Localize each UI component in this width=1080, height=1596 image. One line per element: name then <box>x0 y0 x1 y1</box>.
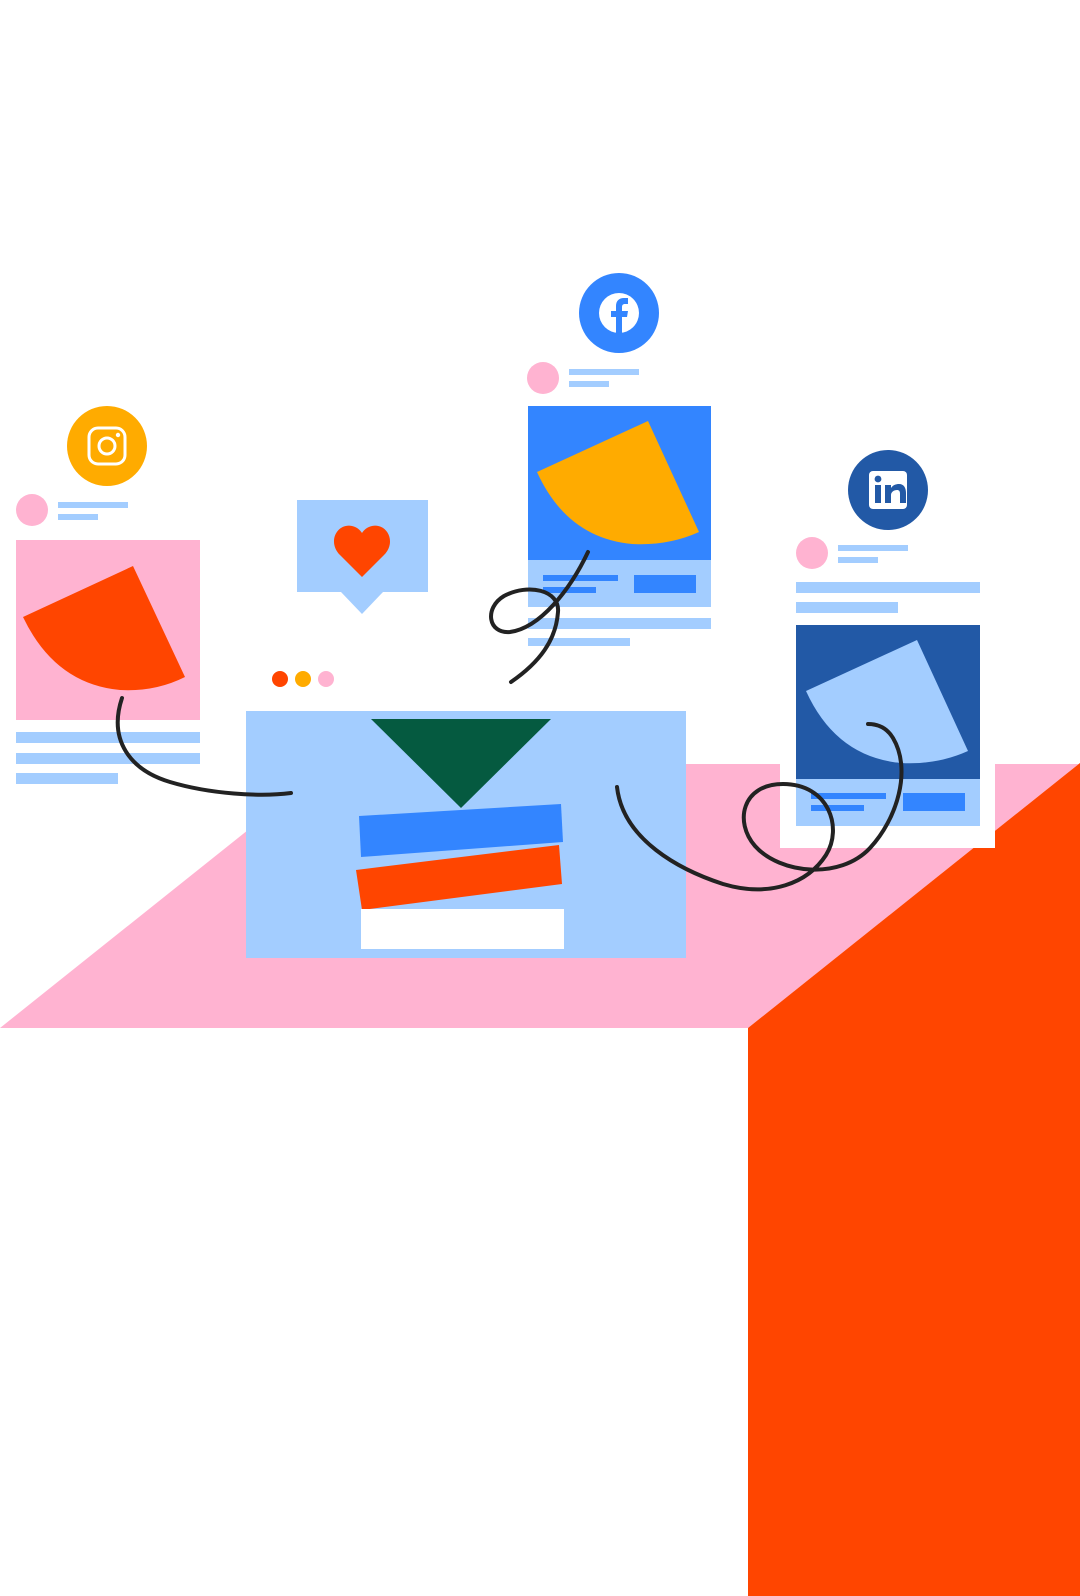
like-notification <box>297 500 428 614</box>
caption-line <box>16 753 200 764</box>
link-title-line <box>543 575 618 581</box>
username-line <box>569 369 639 375</box>
handle-line <box>58 514 98 520</box>
linkedin-post <box>780 450 995 848</box>
username-line <box>838 545 908 551</box>
more-dots-icon <box>272 671 288 687</box>
instagram-icon <box>67 406 147 486</box>
handle-line <box>569 381 609 387</box>
caption-line <box>528 638 630 646</box>
avatar <box>16 494 48 526</box>
instagram-post <box>16 406 200 784</box>
linkedin-glyph-i-dot <box>874 475 882 483</box>
avatar <box>796 537 828 569</box>
linkedin-glyph-i-stem <box>875 485 881 503</box>
link-url-line <box>811 805 864 811</box>
link-action-button <box>634 575 696 593</box>
more-dots-icon <box>295 671 311 687</box>
caption-line <box>16 773 118 784</box>
white-bar <box>361 909 564 949</box>
handle-line <box>838 557 878 563</box>
caption-line <box>796 602 898 613</box>
more-dots-icon <box>318 671 334 687</box>
caption-line <box>796 582 980 593</box>
instagram-glyph-dot <box>115 432 121 438</box>
social-media-illustration <box>0 273 1080 1596</box>
facebook-post <box>527 273 711 646</box>
username-line <box>58 502 128 508</box>
link-action-button <box>903 793 965 811</box>
central-canvas <box>246 671 686 958</box>
caption-line <box>16 732 200 743</box>
avatar <box>527 362 559 394</box>
